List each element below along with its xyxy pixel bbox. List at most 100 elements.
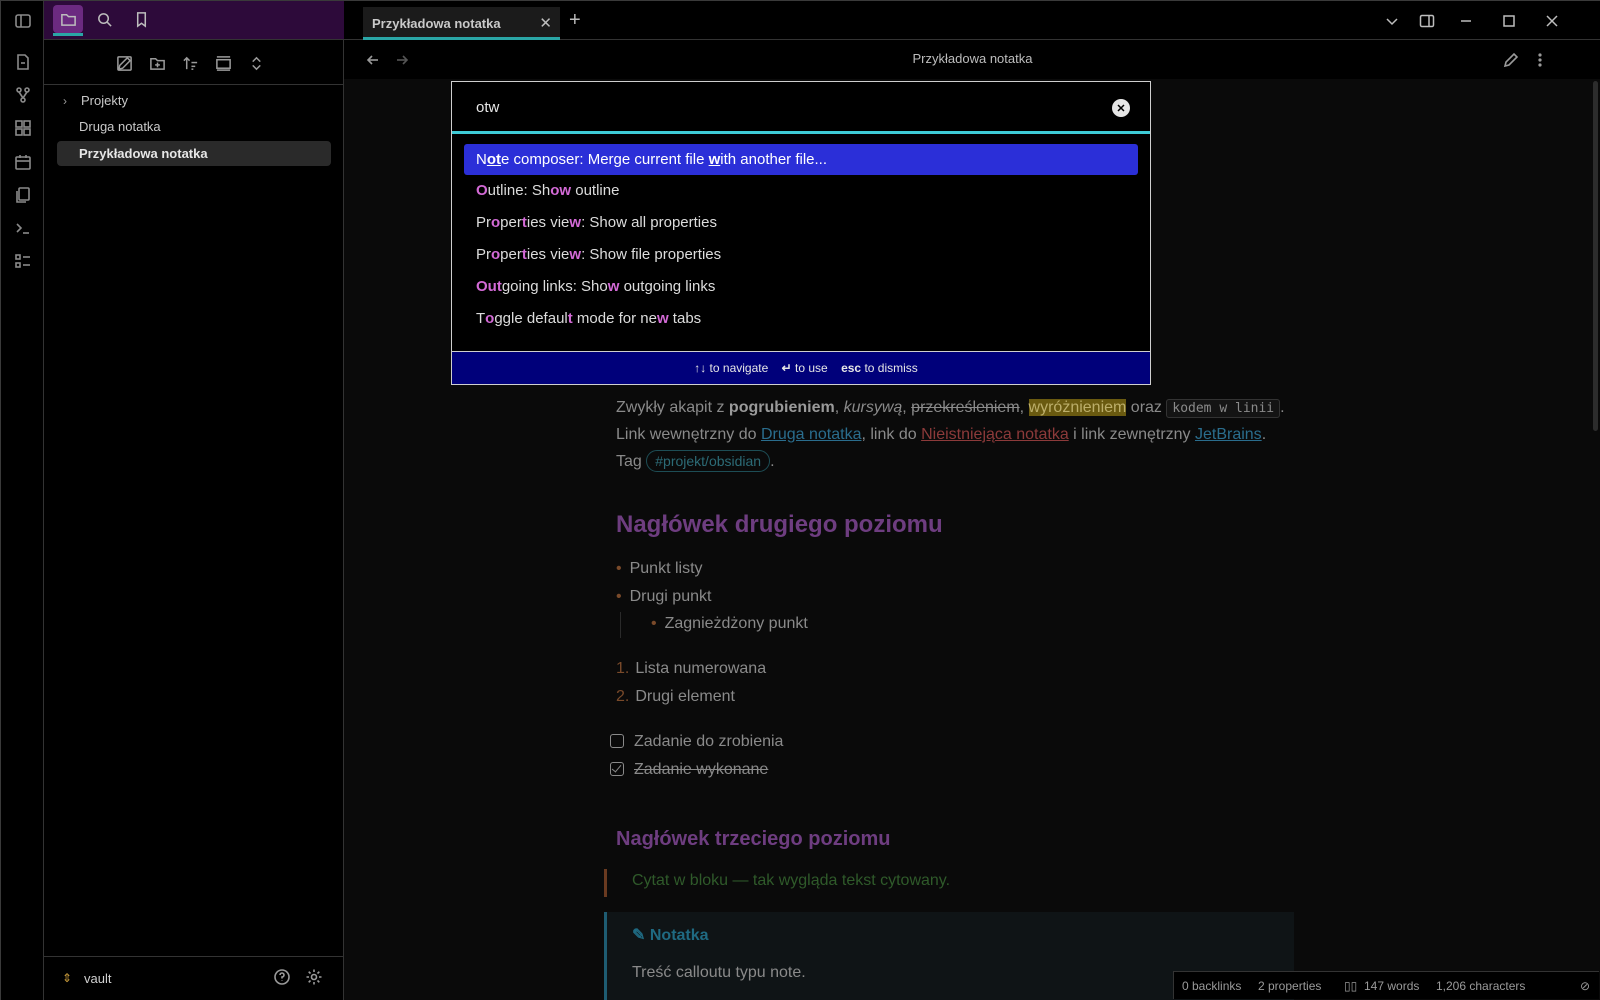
command-suggestion[interactable]: Outgoing links: Show outgoing links <box>464 271 1138 302</box>
new-folder-icon[interactable] <box>147 53 167 73</box>
indent-guide <box>620 612 621 638</box>
tag-pill[interactable]: #projekt/obsidian <box>646 450 771 472</box>
suggestion-text: outgoing links <box>619 278 716 295</box>
suggestion-text: outline <box>571 182 620 199</box>
command-suggestion[interactable]: Outline: Show outline <box>464 175 1138 206</box>
command-palette-input[interactable]: otw ✕ <box>452 82 1150 134</box>
internal-link[interactable]: Druga notatka <box>761 426 862 443</box>
checkbox-checked[interactable] <box>610 762 624 776</box>
match-highlight: O <box>476 278 488 295</box>
file-explorer-actions <box>44 40 344 85</box>
command-suggestion[interactable]: Properties view: Show all properties <box>464 207 1138 238</box>
match-highlight: w <box>656 310 669 327</box>
backlinks-count[interactable]: 0 backlinks <box>1182 979 1241 993</box>
settings-gear-icon[interactable] <box>305 968 327 990</box>
status-bar: 0 backlinks 2 properties ▯▯ 147 words 1,… <box>1173 971 1599 999</box>
suggestion-text: Pr <box>476 246 491 263</box>
match-highlight: O <box>476 182 488 199</box>
close-window-icon[interactable] <box>1542 11 1562 31</box>
match-highlight: ut <box>487 278 502 295</box>
tab-list-chevron-icon[interactable] <box>1382 11 1402 31</box>
match-highlight: o <box>485 310 495 327</box>
tab-label: Przykładowa notatka <box>372 16 501 31</box>
minimize-icon[interactable] <box>1456 11 1476 31</box>
heading-3: Nagłówek trzeciego poziomu <box>616 828 891 850</box>
help-icon[interactable] <box>273 968 295 990</box>
bookmarks-tab-icon[interactable] <box>126 5 156 33</box>
auto-reveal-icon[interactable] <box>213 53 233 73</box>
command-suggestion[interactable]: Note composer: Merge current file with a… <box>464 144 1138 175</box>
more-options-icon[interactable] <box>1530 50 1550 70</box>
command-palette: otw ✕ Note composer: Merge current file … <box>451 81 1151 385</box>
task-item[interactable]: Zadanie do zrobienia <box>610 733 783 751</box>
sort-icon[interactable] <box>180 53 200 73</box>
suggestion-text: N <box>476 151 487 168</box>
suggestion-text: utline: Sh <box>487 182 551 199</box>
new-note-icon[interactable] <box>12 51 34 73</box>
suggestion-text: ies vie <box>526 214 570 231</box>
editor-scrollbar[interactable] <box>1593 81 1598 431</box>
view-title[interactable]: Przykładowa notatka <box>344 51 1600 66</box>
suggestion-text: tabs <box>668 310 702 327</box>
canvas-icon[interactable] <box>12 117 34 139</box>
palette-instructions: ↑↓ to navigate ↵ to use esc to dismiss <box>452 351 1150 384</box>
tree-item-label: Przykładowa notatka <box>79 146 208 161</box>
suggestion-text: going links: Sho <box>501 278 608 295</box>
task-item-done[interactable]: Zadanie wykonane <box>610 761 768 779</box>
external-link[interactable]: JetBrains <box>1195 426 1262 443</box>
character-count: 1,206 characters <box>1436 979 1526 993</box>
vault-name[interactable]: vault <box>84 971 111 986</box>
properties-count[interactable]: 2 properties <box>1258 979 1321 993</box>
suggestion-text: e composer: Merge current file <box>501 151 709 168</box>
search-tab-icon[interactable] <box>89 5 119 33</box>
reading-mode-icon[interactable]: ▯▯ <box>1344 979 1357 993</box>
tab-przykladowa-notatka[interactable]: Przykładowa notatka ✕ <box>363 7 560 40</box>
tree-folder-projekty[interactable]: › Projekty <box>57 88 331 113</box>
maximize-icon[interactable] <box>1499 11 1519 31</box>
suggestion-text: : Show file properties <box>581 246 722 263</box>
vault-switcher-bar: ⇕ vault <box>44 956 344 1000</box>
nested-list-item: • Zagnieżdżony punkt <box>651 615 808 632</box>
match-highlight: w <box>569 214 582 231</box>
heading-2: Nagłówek drugiego poziomu <box>616 511 943 538</box>
clear-search-icon[interactable]: ✕ <box>1112 99 1130 117</box>
edit-pencil-icon[interactable] <box>1501 50 1521 70</box>
terminal-icon[interactable] <box>12 217 34 239</box>
tree-item-label: Druga notatka <box>79 119 161 134</box>
numbered-item: 2. Drugi element <box>616 688 735 705</box>
list-icon[interactable] <box>12 250 34 272</box>
suggestion-text: : Show all properties <box>581 214 717 231</box>
palette-query[interactable]: otw <box>476 99 499 116</box>
unresolved-link[interactable]: Nieistniejąca notatka <box>921 426 1069 443</box>
match-highlight: w <box>607 278 620 295</box>
numbered-item: 1. Lista numerowana <box>616 660 767 677</box>
checkbox[interactable] <box>610 734 624 748</box>
suggestion-text: per <box>500 246 522 263</box>
tree-item-label: Projekty <box>81 93 128 108</box>
sidebar-toggle-icon[interactable] <box>12 10 34 32</box>
word-count: 147 words <box>1364 979 1420 993</box>
new-tab-icon[interactable]: + <box>569 10 581 30</box>
suggestion-text: Pr <box>476 214 491 231</box>
suggestion-text: mode for ne <box>572 310 657 327</box>
close-tab-icon[interactable]: ✕ <box>539 14 552 32</box>
right-sidebar-toggle-icon[interactable] <box>1417 11 1437 31</box>
files-tab-icon[interactable] <box>53 5 83 36</box>
chevron-right-icon: › <box>63 93 67 108</box>
sync-off-icon[interactable]: ⊘ <box>1580 979 1590 993</box>
callout-title: ✎ Notatka <box>632 927 709 944</box>
templates-icon[interactable] <box>12 184 34 206</box>
match-highlight: o <box>550 182 560 199</box>
new-note-button-icon[interactable] <box>114 53 134 73</box>
match-highlight: o <box>491 246 501 263</box>
collapse-all-icon[interactable] <box>246 53 266 73</box>
match-highlight: o <box>491 214 501 231</box>
command-suggestion[interactable]: Toggle default mode for new tabs <box>464 303 1138 334</box>
vault-switcher-icon[interactable]: ⇕ <box>62 971 72 985</box>
calendar-icon[interactable] <box>12 151 34 173</box>
tree-file-druga-notatka[interactable]: Druga notatka <box>57 114 331 139</box>
command-suggestion[interactable]: Properties view: Show file properties <box>464 239 1138 270</box>
graph-view-icon[interactable] <box>12 84 34 106</box>
tree-file-przykladowa-notatka[interactable]: Przykładowa notatka <box>57 141 331 166</box>
paragraph: Zwykły akapit z pogrubieniem, kursywą, p… <box>616 399 1285 472</box>
